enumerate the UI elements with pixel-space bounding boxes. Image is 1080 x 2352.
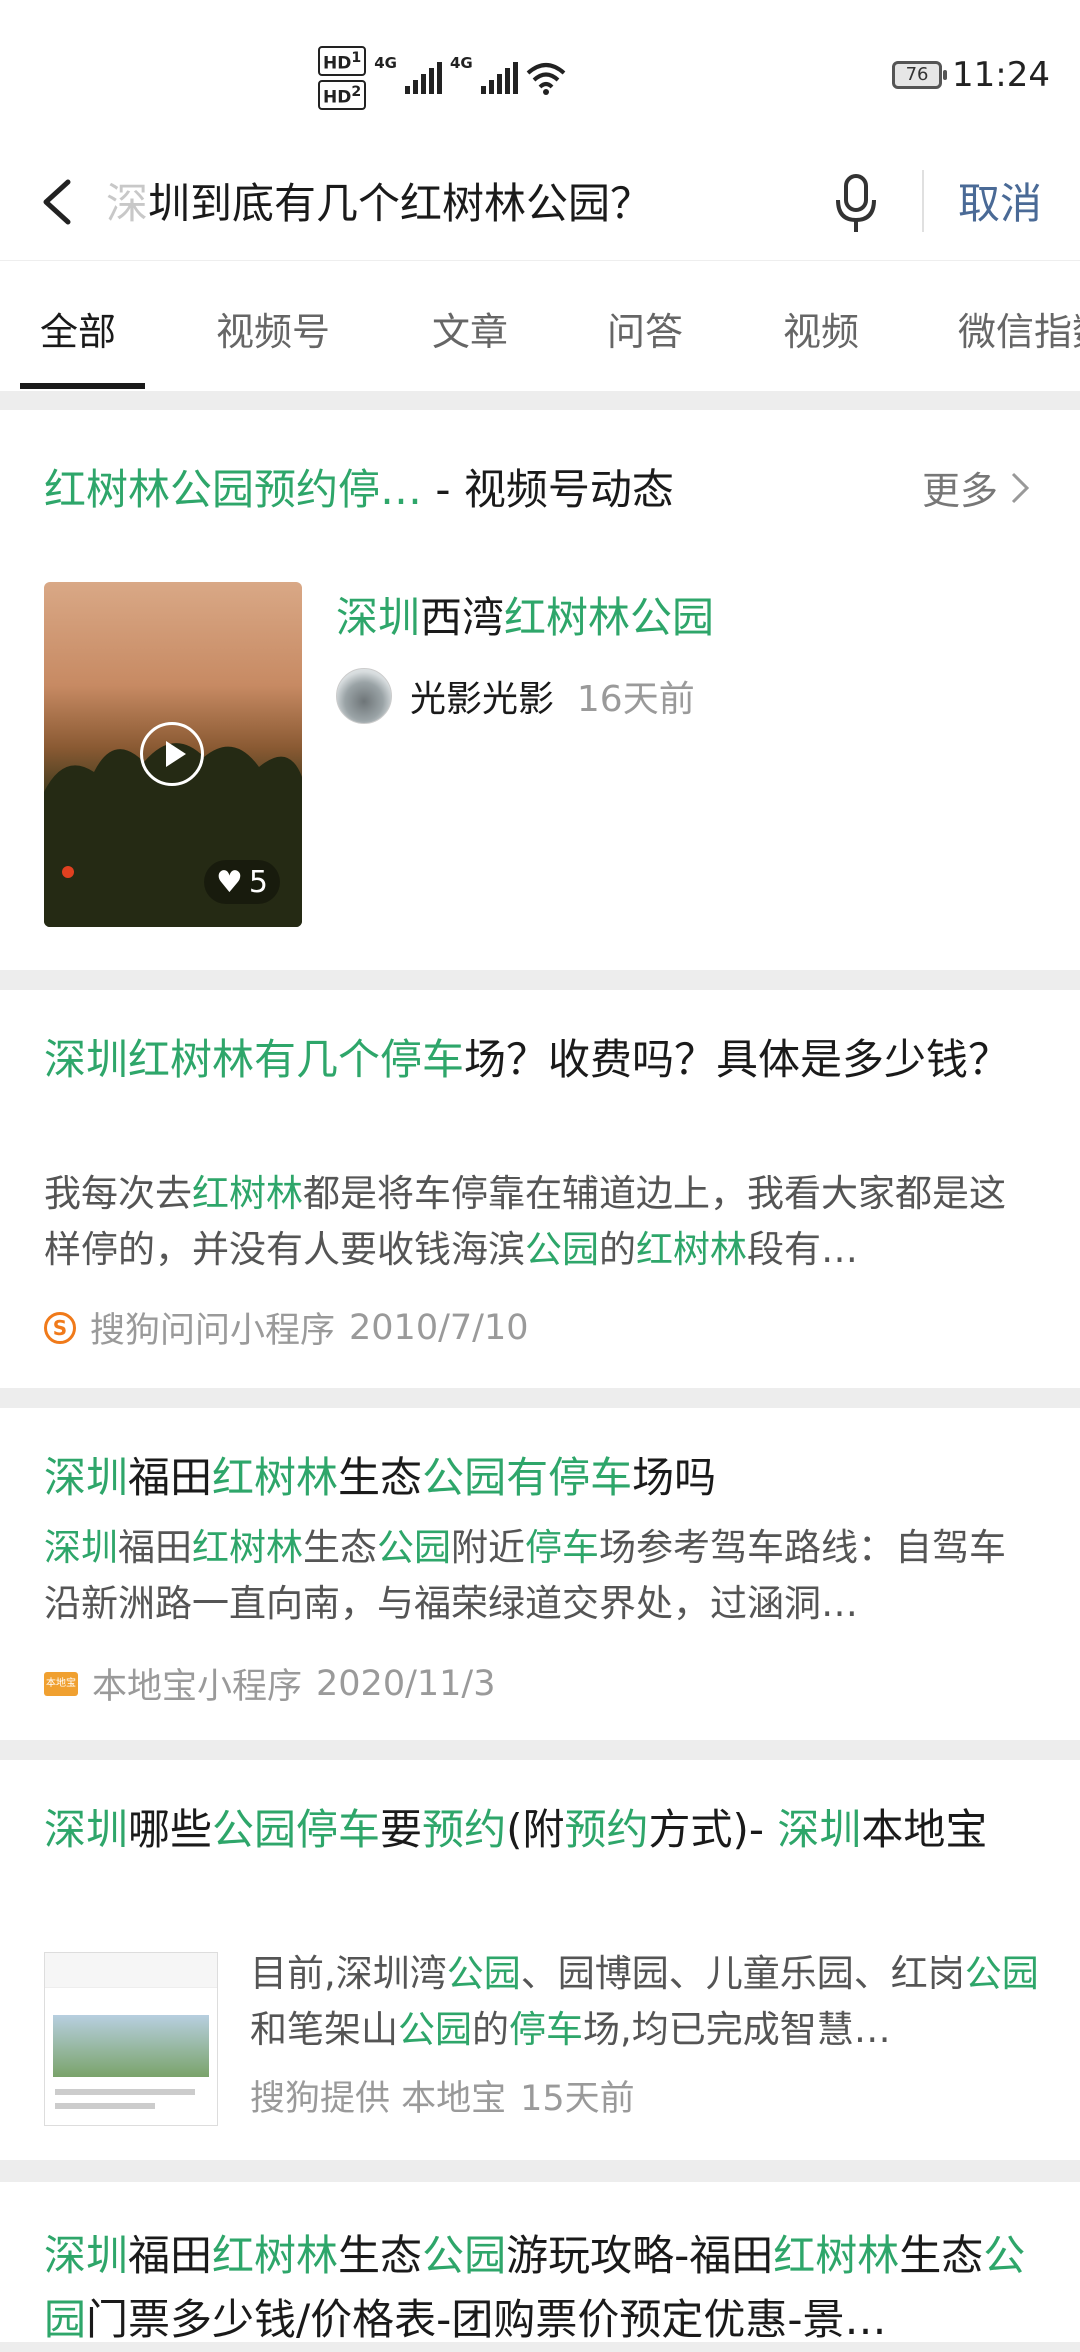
like-count: ♥ 5: [204, 860, 280, 904]
network-type-2: 4G: [449, 54, 473, 72]
tab-videos[interactable]: 视频: [783, 301, 859, 356]
result-title[interactable]: 深圳红树林有几个停车场？收费吗？具体是多少钱？: [44, 1028, 1034, 1092]
result-card[interactable]: 深圳福田红树林生态公园有停车场吗 深圳福田红树林生态公园附近停车场参考驾车路线：…: [0, 1408, 1080, 1740]
search-input[interactable]: 深圳到底有几个红树林公园？: [106, 170, 716, 231]
search-input-faded-char: 深: [106, 179, 149, 228]
video-author: 光影光影 16天前: [410, 679, 695, 720]
wifi-icon: [526, 63, 566, 95]
result-card[interactable]: 深圳福田红树林生态公园游玩攻略-福田红树林生态公园门票多少钱/价格表-团购票价预…: [0, 2182, 1080, 2344]
clock: 11:24: [952, 55, 1050, 95]
result-source: 搜狗提供 本地宝 15天前: [250, 2079, 635, 2119]
result-card[interactable]: 深圳哪些公园停车要预约(附预约方式)- 深圳本地宝 目前,深圳湾公园、园博园、儿…: [0, 1760, 1080, 2160]
video-thumbnail[interactable]: ♥ 5: [44, 582, 302, 927]
play-icon[interactable]: [140, 722, 204, 786]
heart-icon: ♥: [216, 864, 243, 900]
cancel-button[interactable]: 取消: [958, 170, 1042, 231]
network-type-1: 4G: [374, 54, 397, 72]
result-snippet: 目前,深圳湾公园、园博园、儿童乐园、红岗公园和笔架山公园的停车场,均已完成智慧…: [250, 1952, 1039, 2051]
status-right: 76 11:24: [892, 55, 1050, 95]
video-title[interactable]: 深圳西湾红树林公园: [336, 584, 714, 645]
hd-indicator: HD1 HD2: [318, 46, 367, 110]
search-bar: 深圳到底有几个红树林公园？ 取消: [0, 150, 1080, 260]
tab-wechat-index[interactable]: 微信指数: [958, 301, 1080, 356]
tab-indicator: [20, 383, 145, 389]
result-snippet: 我每次去红树林都是将车停靠在辅道边上，我看大家都是这样停的，并没有人要收钱海滨公…: [44, 1172, 1006, 1271]
back-arrow-icon[interactable]: [28, 172, 88, 232]
more-button[interactable]: 更多: [922, 460, 1030, 515]
result-source: S 搜狗问问小程序 2010/7/10: [44, 1302, 528, 1353]
result-thumbnail[interactable]: [44, 1952, 218, 2126]
tab-bar: 全部 视频号 文章 问答 视频 微信指数: [0, 260, 1080, 391]
sogou-icon: S: [44, 1311, 76, 1344]
tab-channels[interactable]: 视频号: [216, 301, 330, 356]
status-bar: HD1 HD2 4G 4G 76 11:24: [0, 0, 1080, 150]
result-title[interactable]: 深圳福田红树林生态公园游玩攻略-福田红树林生态公园门票多少钱/价格表-团购票价预…: [44, 2224, 1034, 2352]
section-title[interactable]: 红树林公园预约停… - 视频号动态: [44, 456, 674, 517]
signal-bars-icon: [404, 62, 442, 94]
video-channel-card: 红树林公园预约停… - 视频号动态 更多 ♥ 5 深圳西湾红树林公园 光影光影 1…: [0, 410, 1080, 970]
tab-all[interactable]: 全部: [40, 301, 116, 356]
divider: [922, 170, 924, 232]
result-title[interactable]: 深圳福田红树林生态公园有停车场吗: [44, 1446, 1034, 1510]
microphone-icon[interactable]: [830, 172, 882, 236]
battery-icon: 76: [892, 61, 948, 89]
result-snippet: 深圳福田红树林生态公园附近停车场参考驾车路线：自驾车沿新洲路一直向南，与福荣绿道…: [44, 1526, 1006, 1625]
chevron-right-icon: [1011, 472, 1030, 503]
bendibao-icon: 本地宝: [44, 1671, 78, 1696]
signal-bars-icon: [480, 62, 518, 94]
result-title[interactable]: 深圳哪些公园停车要预约(附预约方式)- 深圳本地宝: [44, 1798, 1034, 1862]
result-source: 本地宝 本地宝小程序 2020/11/3: [44, 1663, 496, 1707]
result-card[interactable]: 深圳红树林有几个停车场？收费吗？具体是多少钱？ 我每次去红树林都是将车停靠在辅道…: [0, 990, 1080, 1388]
signal-indicators: HD1 HD2 4G 4G: [318, 46, 566, 110]
search-query-text: 圳到底有几个红树林公园？: [148, 179, 653, 228]
tab-qa[interactable]: 问答: [607, 301, 683, 356]
avatar[interactable]: [336, 668, 392, 724]
tab-articles[interactable]: 文章: [432, 301, 508, 356]
